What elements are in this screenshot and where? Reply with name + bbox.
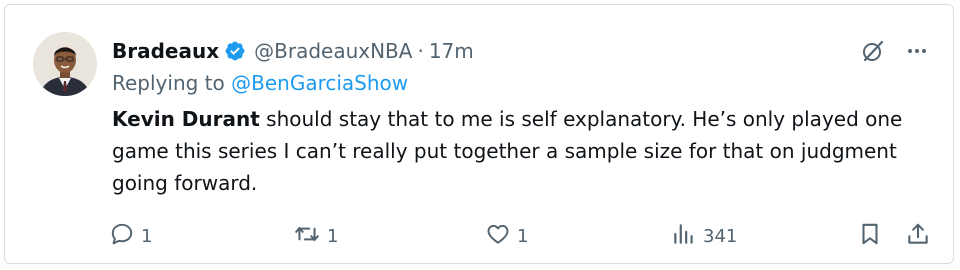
reply-count: 1 bbox=[141, 225, 153, 247]
user-handle[interactable]: @BradeauxNBA bbox=[254, 39, 412, 63]
tweet-card[interactable]: Bradeaux @BradeauxNBA · 17m Replying to … bbox=[4, 4, 954, 264]
share-button[interactable] bbox=[905, 219, 931, 253]
replying-to-label: Replying to bbox=[112, 71, 225, 95]
retweet-icon bbox=[293, 221, 321, 252]
tweet-top-actions bbox=[861, 39, 929, 63]
tweet-text: Kevin Durant should stay that to me is s… bbox=[112, 103, 932, 199]
share-icon bbox=[905, 221, 931, 252]
reply-button[interactable]: 1 bbox=[109, 219, 152, 253]
tweet-header: Bradeaux @BradeauxNBA · 17m bbox=[112, 36, 474, 66]
like-count: 1 bbox=[517, 225, 529, 247]
reply-target-link[interactable]: @BenGarciaShow bbox=[231, 71, 408, 95]
grok-icon[interactable] bbox=[861, 39, 885, 63]
heart-icon bbox=[485, 221, 511, 252]
separator-dot: · bbox=[417, 39, 424, 63]
replying-to: Replying to @BenGarciaShow bbox=[112, 71, 408, 95]
views-button[interactable]: 341 bbox=[671, 219, 737, 253]
retweet-button[interactable]: 1 bbox=[293, 219, 338, 253]
mentioned-name: Kevin Durant bbox=[112, 107, 260, 131]
avatar[interactable] bbox=[33, 32, 97, 96]
bookmark-button[interactable] bbox=[857, 219, 883, 253]
like-button[interactable]: 1 bbox=[485, 219, 528, 253]
display-name[interactable]: Bradeaux bbox=[112, 39, 219, 63]
verified-badge-icon bbox=[224, 40, 246, 62]
reply-icon bbox=[109, 221, 135, 252]
timestamp[interactable]: 17m bbox=[429, 39, 474, 63]
views-icon bbox=[671, 221, 697, 252]
retweet-count: 1 bbox=[327, 225, 339, 247]
tweet-actions: 1 1 1 341 bbox=[109, 219, 935, 253]
more-icon[interactable] bbox=[905, 39, 929, 63]
views-count: 341 bbox=[703, 225, 738, 247]
bookmark-icon bbox=[857, 221, 883, 252]
